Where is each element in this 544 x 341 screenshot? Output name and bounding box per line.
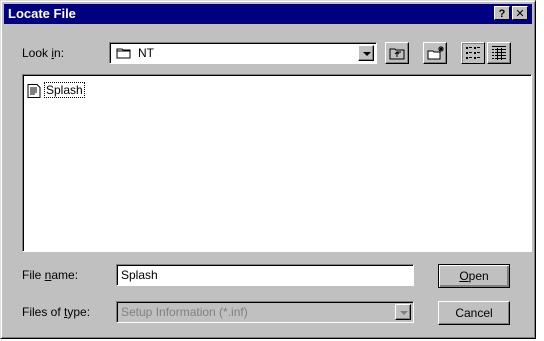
- details-view-button[interactable]: [487, 42, 511, 64]
- files-of-type-dropdown-arrow[interactable]: [395, 304, 411, 320]
- files-of-type-label: Files of type:: [22, 305, 91, 319]
- locate-file-dialog: Locate File ? ✕ Look in: NT Splash File …: [0, 0, 536, 339]
- folder-icon: [116, 48, 131, 59]
- file-name-input[interactable]: Splash: [116, 264, 414, 286]
- help-button[interactable]: ?: [494, 6, 510, 20]
- look-in-value: NT: [138, 46, 154, 60]
- window-title: Locate File: [8, 6, 76, 21]
- files-of-type-dropdown[interactable]: Setup Information (*.inf): [116, 301, 414, 323]
- open-button[interactable]: Open: [438, 264, 510, 288]
- details-view-icon: [492, 46, 506, 60]
- setup-information-file-icon: [27, 84, 41, 98]
- file-name: Splash: [44, 82, 85, 98]
- look-in-dropdown[interactable]: NT: [109, 42, 377, 64]
- files-of-type-value: Setup Information (*.inf): [121, 305, 248, 319]
- title-bar[interactable]: Locate File ? ✕: [4, 4, 532, 24]
- look-in-dropdown-arrow[interactable]: [358, 45, 374, 61]
- new-folder-icon: [427, 46, 444, 60]
- look-in-label: Look in:: [22, 46, 65, 60]
- up-one-level-button[interactable]: [385, 42, 409, 64]
- create-new-folder-button[interactable]: [423, 42, 447, 64]
- list-view-icon: [466, 47, 480, 59]
- up-one-level-icon: [389, 48, 405, 60]
- file-name-value: Splash: [121, 268, 158, 282]
- file-name-label: File name:: [22, 268, 79, 282]
- list-view-button[interactable]: [461, 42, 485, 64]
- cancel-button[interactable]: Cancel: [438, 301, 510, 325]
- close-button[interactable]: ✕: [512, 6, 528, 20]
- file-list[interactable]: Splash: [22, 74, 532, 252]
